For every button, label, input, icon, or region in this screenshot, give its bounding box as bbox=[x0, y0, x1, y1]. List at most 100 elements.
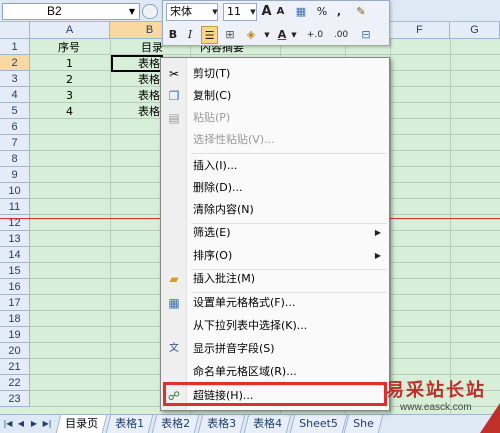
cell-a5[interactable]: 4 bbox=[66, 104, 73, 120]
row-header-8[interactable]: 8 bbox=[0, 151, 30, 167]
row-header-9[interactable]: 9 bbox=[0, 167, 30, 183]
row-header-7[interactable]: 7 bbox=[0, 135, 30, 151]
column-header-g[interactable]: G bbox=[450, 22, 500, 39]
menu-item-paste-special[interactable]: 选择性粘贴(V)... bbox=[161, 129, 389, 151]
menu-item-filter[interactable]: 筛选(E) ▶ bbox=[161, 222, 389, 244]
grow-font-button[interactable]: A bbox=[260, 3, 273, 21]
tab-sheet-2[interactable]: 表格2 bbox=[151, 415, 200, 433]
row-header-16[interactable]: 16 bbox=[0, 279, 30, 295]
format-painter-icon[interactable]: ✎ bbox=[353, 3, 369, 21]
row-header-13[interactable]: 13 bbox=[0, 231, 30, 247]
hyperlink-highlight-box bbox=[163, 382, 387, 406]
row-header-19[interactable]: 19 bbox=[0, 327, 30, 343]
row-header-5[interactable]: 5 bbox=[0, 103, 30, 119]
submenu-arrow-icon: ▶ bbox=[374, 251, 381, 260]
cell-b4[interactable]: 表格 bbox=[138, 88, 160, 104]
row-header-6[interactable]: 6 bbox=[0, 119, 30, 135]
fill-color-icon[interactable]: ◈ bbox=[241, 26, 261, 44]
row-header-22[interactable]: 22 bbox=[0, 375, 30, 391]
row-header-10[interactable]: 10 bbox=[0, 183, 30, 199]
italic-button[interactable]: I bbox=[183, 26, 197, 44]
menu-item-sort[interactable]: 排序(O) ▶ bbox=[161, 245, 389, 267]
watermark-corner bbox=[480, 403, 500, 433]
cell-b5[interactable]: 表格 bbox=[138, 104, 160, 120]
shrink-font-button[interactable]: A bbox=[274, 3, 287, 21]
menu-item-show-phonetic[interactable]: 文 显示拼音字段(S) bbox=[161, 338, 389, 360]
name-box-dropdown-icon[interactable]: ▼ bbox=[125, 3, 139, 20]
name-box[interactable]: B2 bbox=[2, 3, 140, 20]
menu-item-insert-comment[interactable]: ▰ 插入批注(M) bbox=[161, 268, 389, 290]
context-menu: ✂ 剪切(T) ❐ 复制(C) ▤ 粘贴(P) 选择性粘贴(V)... 插入(I… bbox=[160, 57, 390, 411]
font-size-dropdown-icon[interactable]: ▼ bbox=[249, 3, 257, 21]
menu-item-format-cells[interactable]: ▦ 设置单元格格式(F)... bbox=[161, 292, 389, 314]
tab-sheet-0[interactable]: 目录页 bbox=[55, 415, 108, 433]
watermark-url: www.easck.com bbox=[400, 402, 472, 413]
bold-button[interactable]: B bbox=[166, 26, 180, 44]
row-header-18[interactable]: 18 bbox=[0, 311, 30, 327]
font-color-button[interactable]: A bbox=[274, 26, 290, 44]
row-header-21[interactable]: 21 bbox=[0, 359, 30, 375]
merge-cells-icon[interactable]: ⊟ bbox=[357, 26, 375, 44]
menu-item-label: 选择性粘贴(V)... bbox=[193, 133, 275, 146]
row-header-14[interactable]: 14 bbox=[0, 247, 30, 263]
menu-item-label: 显示拼音字段(S) bbox=[193, 342, 275, 355]
row-header-15[interactable]: 15 bbox=[0, 263, 30, 279]
comment-icon: ▰ bbox=[169, 272, 179, 286]
row-header-23[interactable]: 23 bbox=[0, 391, 30, 407]
menu-separator bbox=[191, 153, 387, 154]
copy-icon: ❐ bbox=[168, 89, 180, 103]
active-cell-border bbox=[111, 55, 163, 72]
font-color-dropdown-icon[interactable]: ▼ bbox=[290, 26, 298, 44]
row-header-3[interactable]: 3 bbox=[0, 71, 30, 87]
tab-sheet-6[interactable]: She bbox=[343, 415, 383, 433]
format-cells-icon: ▦ bbox=[168, 296, 180, 310]
column-header-f[interactable]: F bbox=[390, 22, 450, 39]
menu-item-paste[interactable]: ▤ 粘贴(P) bbox=[161, 107, 389, 129]
watermark-text: 易采站长站 bbox=[386, 380, 486, 401]
font-name-dropdown-icon[interactable]: ▼ bbox=[211, 3, 219, 21]
menu-item-define-name[interactable]: 命名单元格区域(R)... bbox=[161, 361, 389, 383]
row-header-17[interactable]: 17 bbox=[0, 295, 30, 311]
menu-item-copy[interactable]: ❐ 复制(C) bbox=[161, 85, 389, 107]
menu-item-clear-contents[interactable]: 清除内容(N) bbox=[161, 199, 389, 221]
center-align-button[interactable]: ☰ bbox=[201, 26, 218, 44]
column-header-a[interactable]: A bbox=[30, 22, 110, 39]
fill-color-dropdown-icon[interactable]: ▼ bbox=[263, 26, 271, 44]
borders-icon[interactable]: ⊞ bbox=[221, 26, 239, 44]
tab-sheet-3[interactable]: 表格3 bbox=[197, 415, 246, 433]
cell-a1[interactable]: 序号 bbox=[58, 40, 80, 56]
cell-b1[interactable]: 目录 bbox=[141, 40, 163, 56]
tab-sheet-4[interactable]: 表格4 bbox=[243, 415, 292, 433]
increase-decimal-button[interactable]: +.0 bbox=[303, 26, 327, 44]
row-header-11[interactable]: 11 bbox=[0, 199, 30, 215]
percent-button[interactable]: % bbox=[315, 3, 329, 21]
select-all-corner[interactable] bbox=[0, 22, 30, 39]
cell-a4[interactable]: 3 bbox=[66, 88, 73, 104]
row-header-20[interactable]: 20 bbox=[0, 343, 30, 359]
prev-sheet-icon[interactable]: ◀ bbox=[15, 418, 27, 430]
menu-item-label: 插入(I)... bbox=[193, 159, 238, 172]
first-sheet-icon[interactable]: |◀ bbox=[2, 418, 14, 430]
tab-sheet-1[interactable]: 表格1 bbox=[105, 415, 154, 433]
menu-item-label: 插入批注(M) bbox=[193, 272, 256, 285]
menu-item-cut[interactable]: ✂ 剪切(T) bbox=[161, 63, 389, 85]
row-header-1[interactable]: 1 bbox=[0, 39, 30, 55]
cell-style-icon[interactable]: ▦ bbox=[291, 3, 311, 21]
cell-b3[interactable]: 表格 bbox=[138, 72, 160, 88]
tab-sheet-5[interactable]: Sheet5 bbox=[289, 415, 348, 433]
decrease-decimal-button[interactable]: .00 bbox=[329, 26, 353, 44]
menu-item-insert[interactable]: 插入(I)... bbox=[161, 155, 389, 177]
cell-a3[interactable]: 2 bbox=[66, 72, 73, 88]
row-header-4[interactable]: 4 bbox=[0, 87, 30, 103]
last-sheet-icon[interactable]: ▶| bbox=[41, 418, 53, 430]
next-sheet-icon[interactable]: ▶ bbox=[28, 418, 40, 430]
menu-item-delete[interactable]: 删除(D)... bbox=[161, 177, 389, 199]
cell-a2[interactable]: 1 bbox=[66, 56, 73, 72]
comma-button[interactable]: , bbox=[333, 3, 345, 21]
menu-item-label: 删除(D)... bbox=[193, 181, 243, 194]
column-gridline bbox=[450, 39, 451, 414]
row-header-2[interactable]: 2 bbox=[0, 55, 30, 71]
menu-item-pick-from-list[interactable]: 从下拉列表中选择(K)... bbox=[161, 315, 389, 337]
formula-cancel-icon[interactable] bbox=[142, 4, 158, 19]
menu-item-label: 设置单元格格式(F)... bbox=[193, 296, 296, 309]
